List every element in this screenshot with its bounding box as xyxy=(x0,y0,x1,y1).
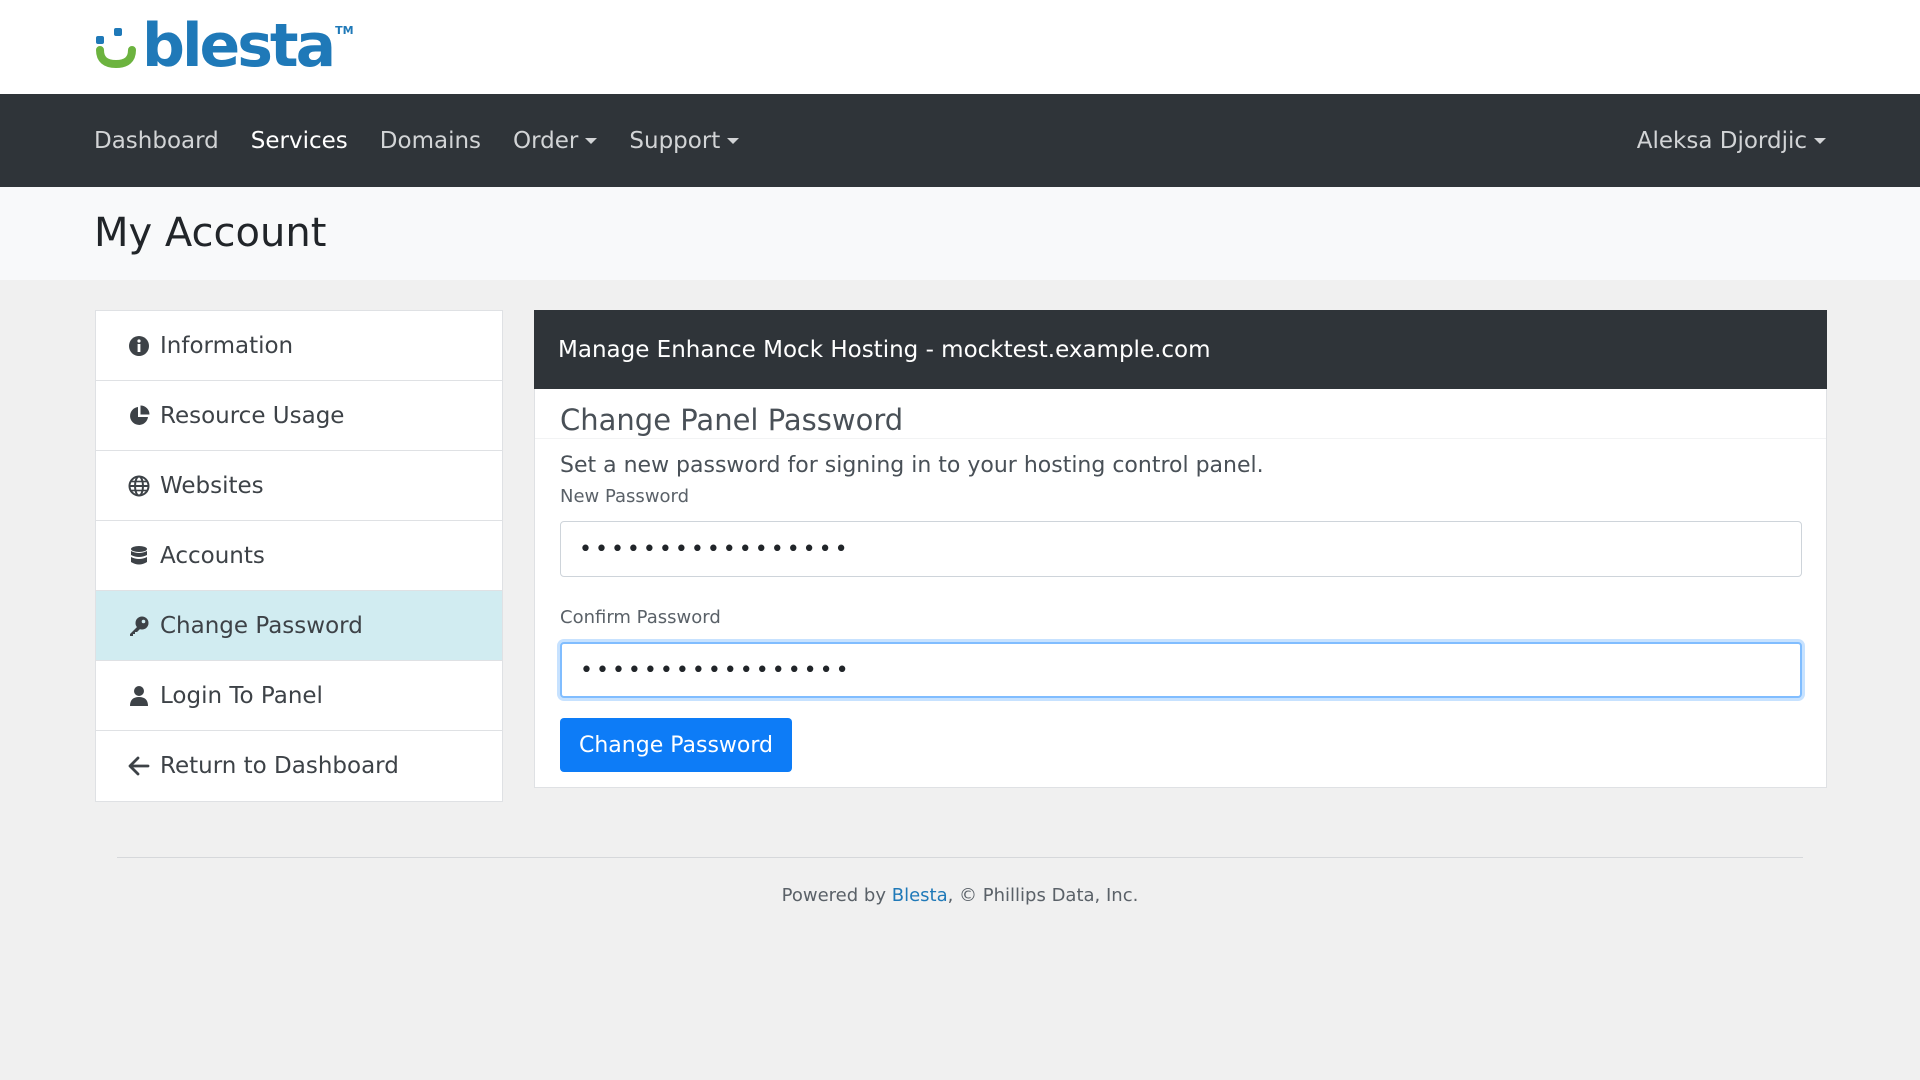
page-title-bar: My Account xyxy=(0,187,1920,280)
main-navbar: Dashboard Services Domains Order Support… xyxy=(0,94,1920,187)
blesta-smile-icon xyxy=(96,28,136,69)
change-password-form: Set a new password for signing in to you… xyxy=(535,439,1826,787)
manage-service-panel: Manage Enhance Mock Hosting - mocktest.e… xyxy=(534,310,1827,788)
footer-prefix: Powered by xyxy=(781,885,892,906)
page-title: My Account xyxy=(94,210,327,256)
sidebar-item-label: Websites xyxy=(160,472,264,499)
nav-support-label: Support xyxy=(629,127,721,154)
user-menu-dropdown[interactable]: Aleksa Djordjic xyxy=(1637,128,1826,154)
nav-dashboard-label: Dashboard xyxy=(94,127,219,154)
blesta-link[interactable]: Blesta xyxy=(892,885,948,906)
nav-user: Aleksa Djordjic xyxy=(1637,94,1826,187)
account-sidebar: Information Resource Usage Websites Acco… xyxy=(95,310,503,802)
globe-icon xyxy=(128,475,150,497)
nav-services[interactable]: Services xyxy=(251,128,348,154)
sidebar-item-label: Login To Panel xyxy=(160,682,323,709)
caret-down-icon xyxy=(585,137,598,144)
sidebar-item-return-to-dashboard[interactable]: Return to Dashboard xyxy=(96,731,502,801)
nav-support-dropdown[interactable]: Support xyxy=(629,127,740,154)
confirm-password-field[interactable] xyxy=(560,642,1802,698)
user-name-label: Aleksa Djordjic xyxy=(1636,127,1807,154)
key-icon xyxy=(128,615,150,637)
sidebar-item-label: Information xyxy=(160,332,294,359)
database-icon xyxy=(128,545,150,567)
caret-down-icon xyxy=(727,137,740,144)
confirm-password-label: Confirm Password xyxy=(560,607,721,628)
section-title: Change Panel Password xyxy=(535,389,1826,439)
nav-dashboard[interactable]: Dashboard xyxy=(94,128,219,154)
footer: Powered by Blesta, © Phillips Data, Inc. xyxy=(117,857,1803,906)
sidebar-item-information[interactable]: Information xyxy=(96,311,502,381)
main-content: Information Resource Usage Websites Acco… xyxy=(0,280,1920,810)
sidebar-item-label: Accounts xyxy=(160,542,265,569)
nav-domains-label: Domains xyxy=(379,127,482,154)
nav-domains[interactable]: Domains xyxy=(380,128,481,154)
sidebar-item-label: Change Password xyxy=(160,612,363,639)
info-circle-icon xyxy=(128,335,150,357)
sidebar-item-label: Return to Dashboard xyxy=(160,753,399,779)
arrow-left-icon xyxy=(128,755,150,777)
footer-suffix: , © Phillips Data, Inc. xyxy=(947,885,1139,906)
blesta-logo[interactable]: blesta TM xyxy=(94,11,354,81)
panel-header: Manage Enhance Mock Hosting - mocktest.e… xyxy=(534,310,1827,389)
nav-links: Dashboard Services Domains Order Support xyxy=(94,94,771,187)
change-password-button[interactable]: Change Password xyxy=(560,718,792,772)
logo-trademark: TM xyxy=(335,24,354,37)
nav-services-label: Services xyxy=(250,127,348,154)
new-password-field[interactable] xyxy=(560,521,1802,577)
sidebar-item-label: Resource Usage xyxy=(160,402,345,429)
user-icon xyxy=(128,685,150,707)
sidebar-item-websites[interactable]: Websites xyxy=(96,451,502,521)
logo-text: blesta xyxy=(142,11,336,81)
form-description: Set a new password for signing in to you… xyxy=(560,453,1264,478)
nav-order-dropdown[interactable]: Order xyxy=(513,127,598,154)
new-password-label: New Password xyxy=(560,486,690,507)
sidebar-item-change-password[interactable]: Change Password xyxy=(96,591,502,661)
top-header: blesta TM xyxy=(0,0,1920,94)
sidebar-item-login-to-panel[interactable]: Login To Panel xyxy=(96,661,502,731)
sidebar-item-accounts[interactable]: Accounts xyxy=(96,521,502,591)
sidebar-item-resource-usage[interactable]: Resource Usage xyxy=(96,381,502,451)
caret-down-icon xyxy=(1814,137,1826,144)
pie-chart-icon xyxy=(128,405,150,427)
nav-order-label: Order xyxy=(513,127,579,154)
footer-text: Powered by Blesta, © Phillips Data, Inc. xyxy=(117,885,1803,906)
